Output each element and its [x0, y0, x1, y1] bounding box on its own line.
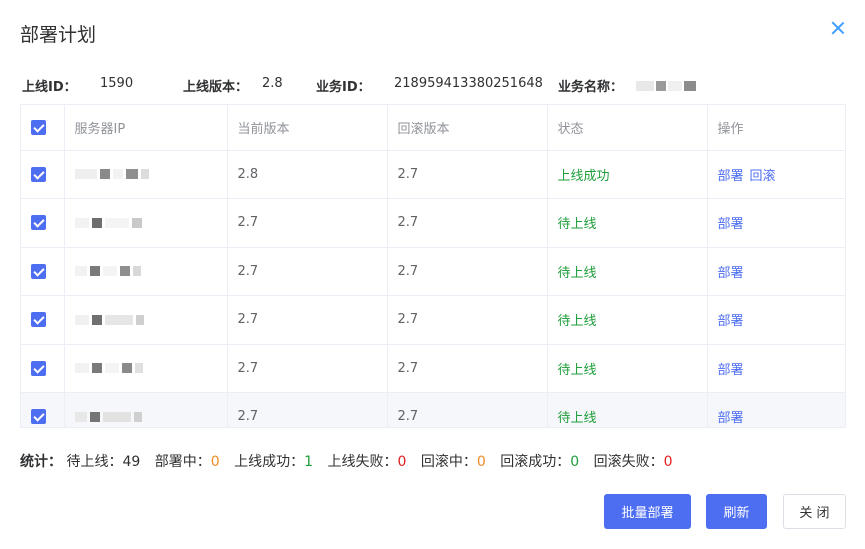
server-ip-redacted — [64, 295, 228, 345]
launch-id-value: 1590 — [100, 76, 134, 91]
status-text: 待上线 — [547, 247, 708, 296]
header-rollback-version: 回滚版本 — [387, 105, 548, 151]
success-count: 1 — [304, 454, 314, 470]
pending-count: 49 — [122, 454, 141, 470]
current-version: 2.7 — [227, 247, 388, 296]
business-name-label: 业务名称： — [558, 80, 624, 95]
server-ip-redacted — [64, 392, 228, 427]
info-bar: 上线ID： 1590 上线版本： 2.8 业务ID： 2189594133802… — [0, 76, 865, 95]
rollback-link[interactable]: 回滚 — [750, 169, 776, 184]
current-version: 2.7 — [227, 392, 388, 427]
checkbox-checked-icon[interactable] — [31, 360, 46, 376]
status-text: 待上线 — [547, 295, 708, 345]
table-row: 2.7 2.7 待上线 部署 — [21, 344, 845, 393]
deploy-link[interactable]: 部署 — [718, 169, 744, 184]
rolling-label: 回滚中： — [420, 454, 477, 470]
current-version: 2.7 — [227, 198, 388, 248]
actions-cell: 部署 — [707, 247, 845, 296]
header-server-ip: 服务器IP — [64, 105, 228, 151]
deploy-link[interactable]: 部署 — [718, 363, 744, 378]
rollback-version: 2.7 — [387, 392, 548, 427]
checkbox-checked-icon[interactable] — [31, 312, 46, 328]
checkbox-checked-icon[interactable] — [31, 263, 46, 279]
actions-cell: 部署 — [707, 198, 845, 248]
rollback-version: 2.7 — [387, 198, 548, 248]
checkbox-checked-icon[interactable] — [31, 166, 46, 182]
rollback-failed-count: 0 — [663, 454, 673, 470]
actions-cell: 部署 — [707, 392, 845, 427]
rollback-version: 2.7 — [387, 295, 548, 345]
checkbox-checked-icon[interactable] — [31, 215, 46, 231]
current-version: 2.7 — [227, 344, 388, 393]
stats-bar: 统计： 待上线：49 部署中：0 上线成功：1 上线失败：0 回滚中：0 回滚成… — [20, 451, 673, 471]
current-version: 2.8 — [227, 150, 388, 199]
deploy-link[interactable]: 部署 — [718, 217, 744, 232]
dialog-title: 部署计划 — [20, 24, 97, 46]
version-label: 上线版本： — [183, 80, 249, 95]
rollback-success-count: 0 — [570, 454, 580, 470]
stats-label: 统计： — [20, 454, 62, 470]
close-icon[interactable] — [829, 19, 847, 37]
server-table: 服务器IP 当前版本 回滚版本 状态 操作 2.8 2.7 上线成功 部署回滚 — [20, 104, 846, 428]
status-text: 待上线 — [547, 198, 708, 248]
launch-id-label: 上线ID： — [22, 80, 77, 95]
deploying-label: 部署中： — [154, 454, 211, 470]
deploying-count: 0 — [210, 454, 220, 470]
server-ip-redacted — [64, 247, 228, 296]
table-row: 2.7 2.7 待上线 部署 — [21, 392, 845, 427]
rollback-version: 2.7 — [387, 344, 548, 393]
table-row: 2.8 2.7 上线成功 部署 回滚 — [21, 150, 845, 199]
checkbox-checked-icon[interactable] — [31, 409, 46, 425]
deploy-link[interactable]: 部署 — [718, 314, 744, 329]
batch-deploy-button[interactable]: 批量部署 — [604, 494, 691, 529]
version-value: 2.8 — [262, 76, 283, 91]
refresh-button[interactable]: 刷新 — [706, 494, 767, 529]
business-id-label: 业务ID： — [316, 80, 371, 95]
status-text: 待上线 — [547, 392, 708, 427]
server-ip-redacted — [64, 150, 228, 199]
rollback-version: 2.7 — [387, 150, 548, 199]
header-status: 状态 — [547, 105, 708, 151]
failed-count: 0 — [397, 454, 407, 470]
current-version: 2.7 — [227, 295, 388, 345]
table-row: 2.7 2.7 待上线 部署 — [21, 295, 845, 345]
close-button[interactable]: 关 闭 — [783, 494, 846, 529]
rollback-version: 2.7 — [387, 247, 548, 296]
business-id-value: 218959413380251648 — [394, 76, 543, 91]
actions-cell: 部署 回滚 — [707, 150, 845, 199]
business-name-redacted — [636, 78, 698, 93]
table-row: 2.7 2.7 待上线 部署 — [21, 247, 845, 296]
actions-cell: 部署 — [707, 295, 845, 345]
actions-cell: 部署 — [707, 344, 845, 393]
server-ip-redacted — [64, 344, 228, 393]
select-all-cell[interactable] — [21, 105, 65, 151]
success-label: 上线成功： — [234, 454, 305, 470]
header-actions: 操作 — [707, 105, 845, 151]
table-row: 2.7 2.7 待上线 部署 — [21, 198, 845, 248]
table-header-row: 服务器IP 当前版本 回滚版本 状态 操作 — [21, 105, 845, 151]
rollback-failed-label: 回滚失败： — [593, 454, 664, 470]
pending-label: 待上线： — [66, 454, 123, 470]
header-current-version: 当前版本 — [227, 105, 388, 151]
rolling-count: 0 — [476, 454, 486, 470]
deploy-link[interactable]: 部署 — [718, 266, 744, 281]
checkbox-checked-icon[interactable] — [31, 119, 46, 135]
deploy-link[interactable]: 部署 — [718, 411, 744, 426]
rollback-success-label: 回滚成功： — [500, 454, 571, 470]
server-ip-redacted — [64, 198, 228, 248]
status-text: 上线成功 — [547, 150, 708, 199]
status-text: 待上线 — [547, 344, 708, 393]
failed-label: 上线失败： — [327, 454, 398, 470]
deploy-plan-dialog: 部署计划 上线ID： 1590 上线版本： 2.8 业务ID： 21895941… — [0, 0, 865, 549]
